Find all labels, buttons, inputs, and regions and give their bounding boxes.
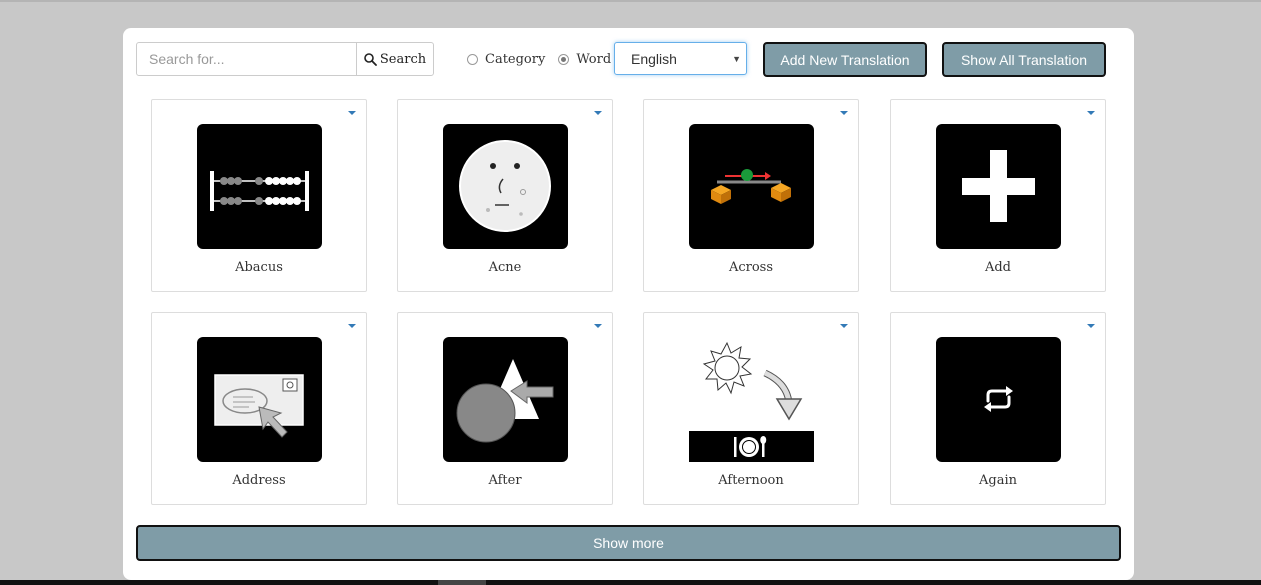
search-button-label: Search <box>379 51 427 67</box>
abacus-icon <box>197 124 322 249</box>
word-card-address[interactable]: Address <box>151 312 367 505</box>
after-shapes-icon <box>443 337 568 462</box>
category-radio[interactable] <box>467 53 478 65</box>
language-selected-value: English <box>631 50 677 67</box>
card-dropdown-caret-icon[interactable] <box>1087 324 1095 328</box>
search-icon <box>364 52 377 66</box>
bottom-scrollbar[interactable] <box>0 580 1261 585</box>
card-dropdown-caret-icon[interactable] <box>348 111 356 115</box>
window-top-edge <box>0 0 1261 2</box>
word-label: After <box>488 473 522 488</box>
word-label: Add <box>984 260 1012 275</box>
scrollbar-thumb[interactable] <box>438 580 486 585</box>
card-dropdown-caret-icon[interactable] <box>840 111 848 115</box>
word-label: Abacus <box>235 260 283 275</box>
word-card-add[interactable]: Add <box>890 99 1106 292</box>
add-new-translation-button[interactable]: Add New Translation <box>763 42 927 77</box>
card-dropdown-caret-icon[interactable] <box>594 324 602 328</box>
select-caret-icon: ▼ <box>732 54 741 64</box>
across-icon <box>689 124 814 249</box>
search-input[interactable] <box>136 42 357 76</box>
acne-face-icon <box>443 124 568 249</box>
word-label: Address <box>232 473 286 488</box>
word-label: Afternoon <box>718 473 784 488</box>
show-all-translation-button[interactable]: Show All Translation <box>942 42 1106 77</box>
dictionary-panel: Search Category Word English ▼ Add New T… <box>123 28 1134 580</box>
word-label: Again <box>979 473 1017 488</box>
word-label: Acne <box>488 260 522 275</box>
card-dropdown-caret-icon[interactable] <box>840 324 848 328</box>
card-dropdown-caret-icon[interactable] <box>348 324 356 328</box>
word-card-acne[interactable]: Acne <box>397 99 613 292</box>
word-card-after[interactable]: After <box>397 312 613 505</box>
word-card-again[interactable]: Again <box>890 312 1106 505</box>
word-radio-label[interactable]: Word <box>576 52 611 67</box>
show-more-button[interactable]: Show more <box>136 525 1121 561</box>
repeat-icon <box>936 337 1061 462</box>
plus-icon <box>936 124 1061 249</box>
card-dropdown-caret-icon[interactable] <box>594 111 602 115</box>
card-dropdown-caret-icon[interactable] <box>1087 111 1095 115</box>
afternoon-sun-icon <box>689 337 814 462</box>
word-radio[interactable] <box>558 53 570 65</box>
filter-radio-group: Category Word <box>467 50 624 68</box>
category-radio-label[interactable]: Category <box>485 52 545 67</box>
address-envelope-icon <box>197 337 322 462</box>
word-card-across[interactable]: Across <box>643 99 859 292</box>
search-button[interactable]: Search <box>356 42 434 76</box>
word-card-afternoon[interactable]: Afternoon <box>643 312 859 505</box>
word-label: Across <box>728 260 774 275</box>
language-select[interactable]: English ▼ <box>614 42 747 75</box>
word-card-abacus[interactable]: Abacus <box>151 99 367 292</box>
